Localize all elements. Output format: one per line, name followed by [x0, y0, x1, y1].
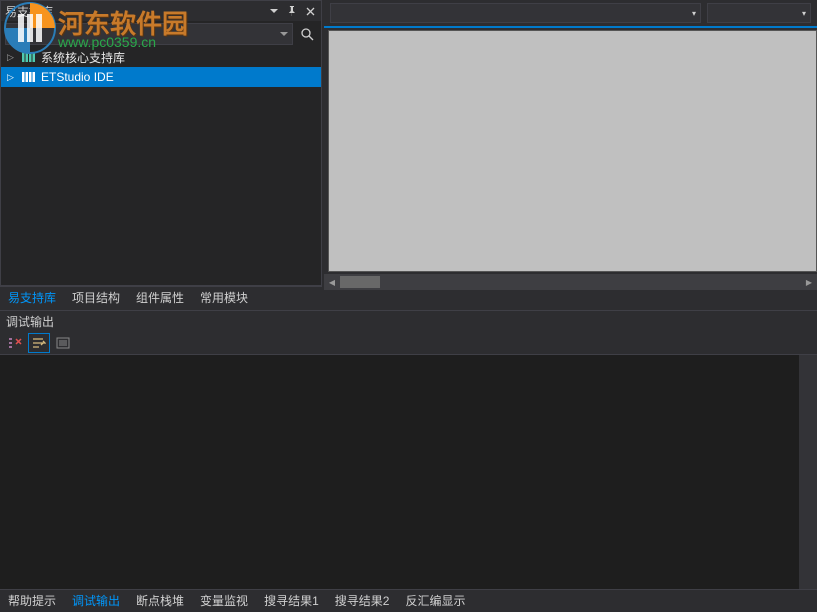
search-row [1, 21, 321, 47]
editor-canvas[interactable] [328, 30, 817, 272]
scrollbar-track[interactable] [340, 274, 801, 290]
horizontal-scrollbar[interactable]: ◀ ▶ [324, 274, 817, 290]
list-button[interactable] [52, 333, 74, 353]
library-icon [21, 50, 37, 64]
tab-variable-watch[interactable]: 变量监视 [192, 590, 256, 612]
tab-search-result-1[interactable]: 搜寻结果1 [256, 590, 327, 612]
library-icon [21, 70, 37, 84]
scrollbar-thumb[interactable] [340, 276, 380, 288]
panel-menu-icon[interactable] [267, 4, 281, 18]
dropdown-arrow-icon [280, 30, 288, 38]
output-toolbar [0, 331, 817, 355]
left-panel-tabs: 易支持库 项目结构 组件属性 常用模块 [0, 286, 322, 308]
editor-toolbar: ▾ ▾ [324, 0, 817, 28]
expand-caret-icon[interactable]: ▷ [7, 52, 17, 63]
panel-header: 易支持库 [1, 1, 321, 21]
output-title: 调试输出 [0, 311, 817, 331]
scroll-left-icon[interactable]: ◀ [324, 274, 340, 290]
search-input[interactable] [5, 23, 293, 45]
scope-dropdown[interactable]: ▾ [330, 3, 701, 23]
output-vscroll-area[interactable] [799, 355, 817, 589]
tab-help-hint[interactable]: 帮助提示 [0, 590, 64, 612]
tab-breakpoint-stack[interactable]: 断点栈堆 [128, 590, 192, 612]
tree-item-label: ETStudio IDE [41, 70, 114, 84]
tab-support-lib[interactable]: 易支持库 [0, 287, 64, 309]
pin-icon[interactable] [285, 4, 299, 18]
tab-search-result-2[interactable]: 搜寻结果2 [327, 590, 398, 612]
expand-caret-icon[interactable]: ▷ [7, 72, 17, 83]
left-panel: 易支持库 ▷ 系统核心支持库 ▷ E [0, 0, 322, 286]
chevron-down-icon: ▾ [802, 9, 806, 18]
clear-output-button[interactable] [4, 333, 26, 353]
tab-component-props[interactable]: 组件属性 [128, 287, 192, 309]
output-body[interactable] [0, 355, 817, 589]
panel-title: 易支持库 [5, 3, 263, 20]
tree-item-core-lib[interactable]: ▷ 系统核心支持库 [1, 47, 321, 67]
close-icon[interactable] [303, 4, 317, 18]
tab-disassembly[interactable]: 反汇编显示 [397, 590, 473, 612]
tree-item-label: 系统核心支持库 [41, 49, 125, 66]
tab-project-structure[interactable]: 项目结构 [64, 287, 128, 309]
member-dropdown[interactable]: ▾ [707, 3, 811, 23]
output-panel: 调试输出 [0, 310, 817, 589]
tab-common-modules[interactable]: 常用模块 [192, 287, 256, 309]
tree-item-etstudio[interactable]: ▷ ETStudio IDE [1, 67, 321, 87]
search-icon[interactable] [297, 24, 317, 44]
toggle-wrap-button[interactable] [28, 333, 50, 353]
tab-debug-output[interactable]: 调试输出 [64, 590, 128, 612]
scroll-right-icon[interactable]: ▶ [801, 274, 817, 290]
editor-area: ▾ ▾ ◀ ▶ [324, 0, 817, 290]
chevron-down-icon: ▾ [692, 9, 696, 18]
bottom-tabs: 帮助提示 调试输出 断点栈堆 变量监视 搜寻结果1 搜寻结果2 反汇编显示 [0, 589, 817, 611]
tree-view: ▷ 系统核心支持库 ▷ ETStudio IDE [1, 47, 321, 285]
